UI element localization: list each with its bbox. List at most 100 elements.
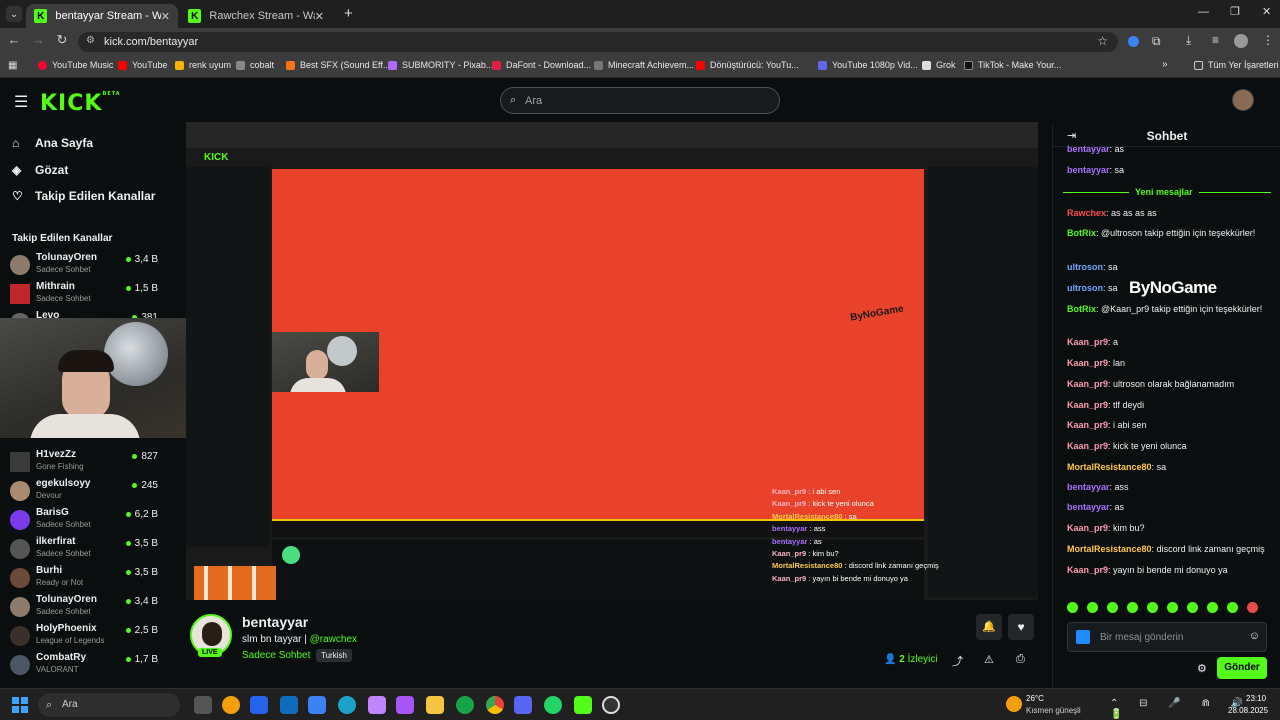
nav-following[interactable]: ♡ Takip Edilen Kanallar [12, 189, 155, 203]
all-bookmarks-folder[interactable]: Tüm Yer İşaretleri [1194, 60, 1279, 70]
clock-date[interactable]: 28.08.2025 [1228, 706, 1268, 715]
followed-channel[interactable]: CombatRy VALORANT 1,7 B [10, 652, 162, 680]
chat-username[interactable]: Kaan_pr9 [1067, 565, 1108, 575]
followed-channel[interactable]: TolunayOren Sadece Sohbet 3,4 B [10, 252, 162, 280]
followed-channel[interactable]: ilkerfirat Sadece Sohbet 3,5 B [10, 536, 162, 564]
chat-username[interactable]: Kaan_pr9 [1067, 358, 1108, 368]
user-avatar[interactable] [1232, 89, 1254, 111]
clock-time[interactable]: 23:10 [1246, 694, 1266, 703]
bookmark-item[interactable]: cobalt [236, 60, 274, 70]
close-tab-icon[interactable]: ✕ [161, 10, 170, 23]
file-explorer-icon[interactable] [426, 696, 444, 714]
profile-avatar-icon[interactable] [1234, 34, 1248, 48]
kick-app-icon[interactable] [574, 696, 592, 714]
bookmark-item[interactable]: DaFont - Download... [492, 60, 591, 70]
window-restore-button[interactable]: ❐ [1230, 5, 1240, 18]
chat-username[interactable]: MortalResistance80 [1067, 462, 1152, 472]
close-tab-icon[interactable]: ✕ [315, 10, 324, 23]
nav-home[interactable]: ⌂ Ana Sayfa [12, 136, 93, 150]
copilot-icon[interactable] [368, 696, 386, 714]
office-icon[interactable] [396, 696, 414, 714]
edge-icon[interactable] [338, 696, 356, 714]
bookmark-item[interactable]: YouTube 1080p Vid... [818, 60, 918, 70]
followed-channel[interactable]: HolyPhoenix League of Legends 2,5 B [10, 623, 162, 651]
chat-username[interactable]: Kaan_pr9 [1067, 441, 1108, 451]
whatsapp-icon[interactable] [544, 696, 562, 714]
chat-username[interactable]: Kaan_pr9 [1067, 400, 1108, 410]
follow-heart-button[interactable]: ♥ [1008, 614, 1034, 640]
followed-channel[interactable]: egekulsoyy Devour 245 [10, 478, 162, 506]
chat-username[interactable]: Kaan_pr9 [1067, 420, 1108, 430]
url-field[interactable]: ⚙ kick.com/bentayyar ☆ [78, 32, 1118, 52]
weather-icon[interactable] [1006, 696, 1022, 712]
chat-username[interactable]: Kaan_pr9 [1067, 379, 1108, 389]
bookmark-item[interactable]: YouTube Music [38, 60, 113, 70]
send-button[interactable]: Gönder [1217, 657, 1267, 679]
browser-tab-bentayyar[interactable]: K bentayyar Stream - Watch Live ✕ [26, 4, 178, 28]
apps-grid-icon[interactable]: ▦ [8, 60, 17, 71]
forward-icon[interactable]: → [28, 32, 48, 47]
window-close-button[interactable]: ✕ [1262, 5, 1271, 18]
new-tab-button[interactable]: + [344, 5, 353, 22]
gift-icon[interactable]: ⎙ [1016, 653, 1025, 666]
extension-icon[interactable] [1128, 36, 1139, 47]
followed-channel[interactable]: TolunayOren Sadece Sohbet 3,4 B [10, 594, 162, 622]
app-10-icon[interactable] [456, 696, 474, 714]
report-icon[interactable]: ⚠ [984, 653, 994, 666]
browser-menu-icon[interactable]: ⋮ [1262, 33, 1274, 47]
windows-start-icon[interactable] [12, 697, 28, 713]
chat-username[interactable]: bentayyar [1067, 144, 1110, 154]
chat-username[interactable]: ultroson [1067, 262, 1103, 272]
store-icon[interactable] [308, 696, 326, 714]
bookmark-item[interactable]: Dönüştürücü: YouTu... [696, 60, 799, 70]
nav-browse[interactable]: ◈ Gözat [12, 163, 68, 177]
chat-username[interactable]: ultroson [1067, 283, 1103, 293]
emoji-icon[interactable]: ☺ [1249, 630, 1260, 642]
tab-list-dropdown[interactable]: ⌄ [6, 6, 22, 22]
bookmark-item[interactable]: TikTok - Make Your... [964, 60, 1061, 70]
search-app-icon[interactable] [222, 696, 240, 714]
back-icon[interactable]: ← [4, 32, 24, 47]
emote-bar[interactable] [1067, 602, 1273, 618]
chat-username[interactable]: Rawchex [1067, 208, 1106, 218]
chat-username[interactable]: bentayyar [1067, 482, 1110, 492]
bookmark-item[interactable]: SUBMORITY - Pixab... [388, 60, 493, 70]
bookmark-star-icon[interactable]: ☆ [1097, 34, 1108, 48]
browser-tab-rawchex[interactable]: K Rawchex Stream - Watch Live o ✕ [180, 4, 332, 28]
download-icon[interactable]: ⤓ [1186, 33, 1191, 48]
app-3-icon[interactable] [250, 696, 268, 714]
kick-logo[interactable]: KICKBETA [40, 91, 121, 116]
bookmark-item[interactable]: Grok [922, 60, 956, 70]
followed-channel[interactable]: Mithrain Sadece Sohbet 1,5 B [10, 281, 162, 309]
chat-username[interactable]: Kaan_pr9 [1067, 523, 1108, 533]
reload-icon[interactable]: ↻ [52, 32, 72, 48]
search-input[interactable]: ⌕ Ara [500, 87, 780, 114]
hamburger-menu-icon[interactable]: ☰ [14, 92, 28, 112]
window-minimize-button[interactable]: — [1198, 6, 1209, 18]
bookmark-item[interactable]: renk uyum [175, 60, 231, 70]
chat-settings-icon[interactable]: ⚙ [1197, 662, 1207, 675]
chat-username[interactable]: bentayyar [1067, 165, 1110, 175]
notification-bell-button[interactable]: 🔔 [976, 614, 1002, 640]
more-bookmarks-icon[interactable]: » [1162, 59, 1168, 70]
stream-category[interactable]: Sadece Sohbet [242, 650, 310, 661]
task-view-icon[interactable] [194, 696, 212, 714]
site-info-icon[interactable]: ⚙ [86, 35, 95, 46]
chat-username[interactable]: BotRix [1067, 304, 1096, 314]
followed-channel[interactable]: BarisG Sadece Sohbet 6,2 B [10, 507, 162, 535]
media-control-icon[interactable]: ≡ [1212, 33, 1219, 47]
taskbar-search[interactable]: ⌕ Ara [38, 693, 180, 717]
followed-channel[interactable]: H1vezZz Gone Fishing 827 [10, 449, 162, 477]
bookmark-item[interactable]: Best SFX (Sound Eff... [286, 60, 390, 70]
mention-link[interactable]: @rawchex [310, 634, 357, 645]
chat-username[interactable]: Kaan_pr9 [1067, 337, 1108, 347]
extensions-puzzle-icon[interactable]: ⧉ [1152, 34, 1161, 49]
chrome-icon[interactable] [486, 696, 504, 714]
chat-message-input[interactable]: Bir mesaj gönderin ☺ [1067, 622, 1267, 652]
bookmark-item[interactable]: YouTube [118, 60, 167, 70]
discord-icon[interactable] [514, 696, 532, 714]
video-player[interactable]: KICK ByNoGame Kaan_pr9 : i abi sen Kaan_… [186, 122, 1038, 600]
stream-tag[interactable]: Turkish [316, 649, 352, 662]
streamer-name[interactable]: bentayyar [242, 614, 308, 630]
bookmark-item[interactable]: Minecraft Achievem... [594, 60, 694, 70]
